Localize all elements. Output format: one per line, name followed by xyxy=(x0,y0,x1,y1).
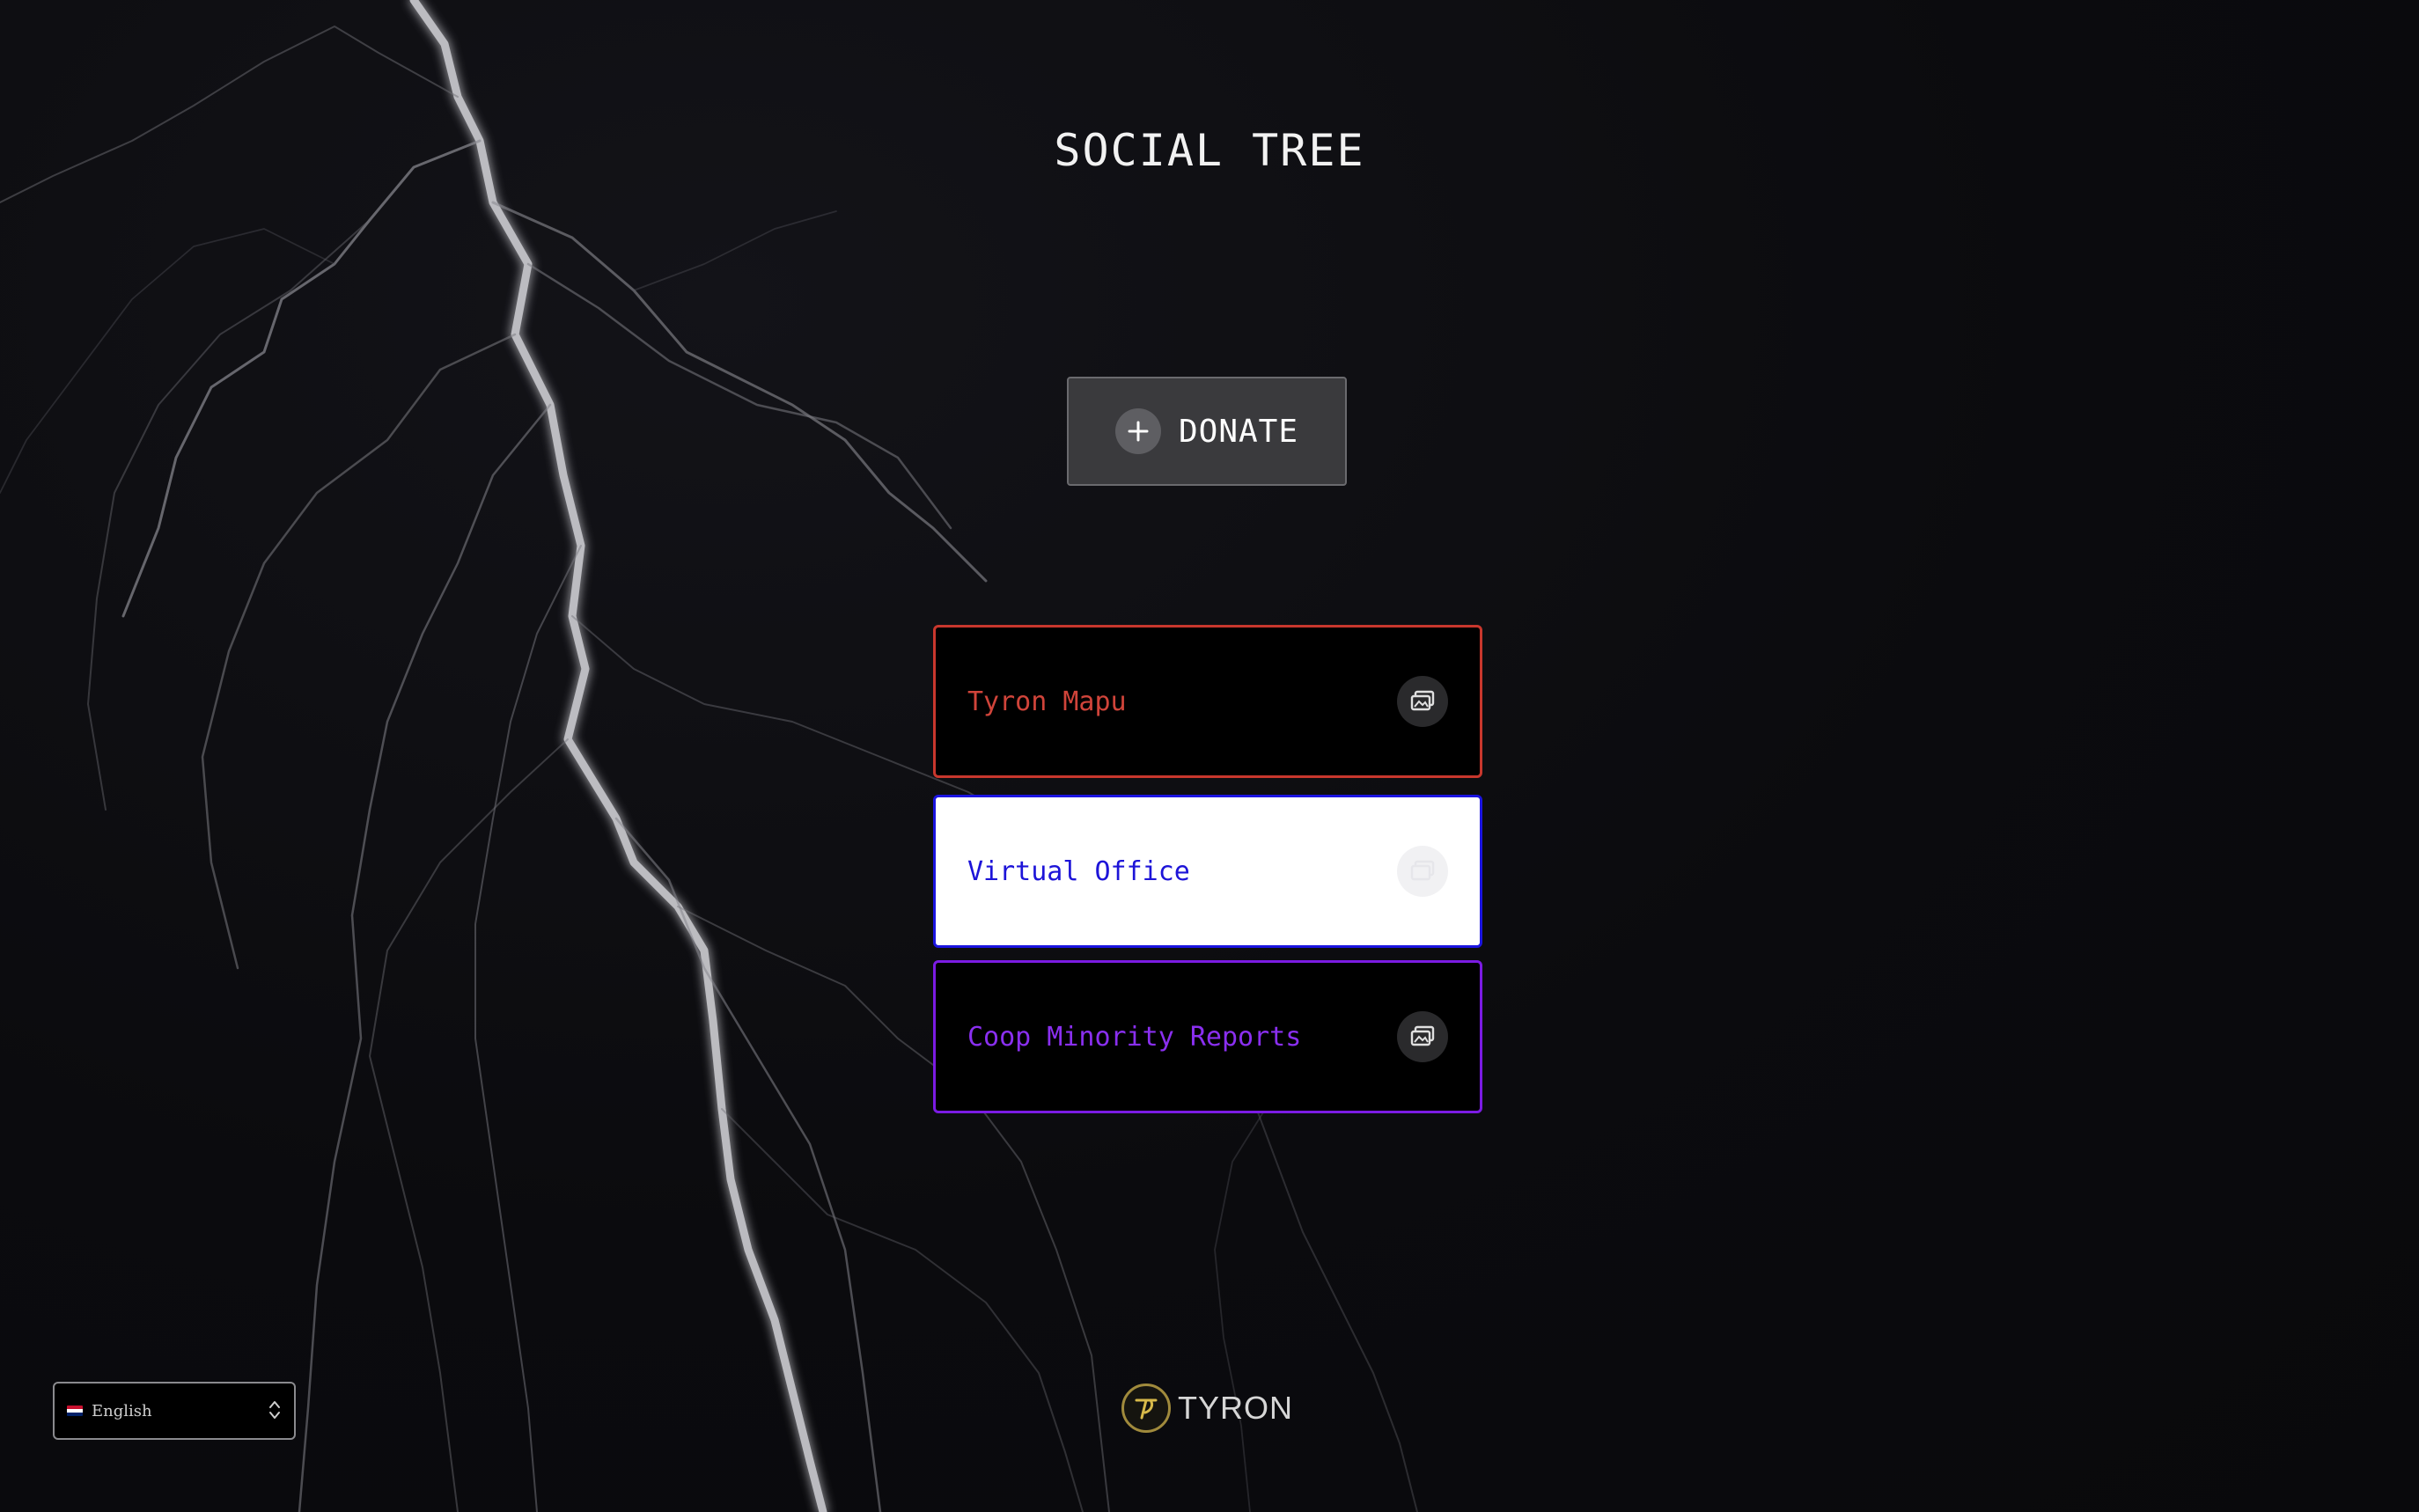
brand-name: TYRON xyxy=(1178,1390,1293,1426)
external-link-icon xyxy=(1397,846,1448,897)
tyron-logo-icon xyxy=(1121,1384,1171,1433)
page-title: SOCIAL TREE xyxy=(1054,125,1365,176)
external-link-icon xyxy=(1397,1011,1448,1062)
link-label: Tyron Mapu xyxy=(967,686,1127,717)
uk-flag-icon xyxy=(67,1406,83,1416)
external-link-icon xyxy=(1397,676,1448,727)
up-down-chevron-icon xyxy=(268,1398,282,1423)
language-value: English xyxy=(92,1401,152,1420)
plus-icon xyxy=(1114,408,1161,454)
link-label: Virtual Office xyxy=(967,855,1190,887)
link-coop-minority-reports[interactable]: Coop Minority Reports xyxy=(933,960,1482,1113)
donate-label: DONATE xyxy=(1178,413,1299,450)
donate-button[interactable]: DONATE xyxy=(1067,377,1347,486)
link-virtual-office[interactable]: Virtual Office xyxy=(933,795,1482,948)
link-label: Coop Minority Reports xyxy=(967,1021,1302,1053)
link-tyron-mapu[interactable]: Tyron Mapu xyxy=(933,625,1482,778)
footer-brand[interactable]: TYRON xyxy=(1121,1384,1293,1433)
language-select[interactable]: English xyxy=(53,1382,296,1440)
social-tree-page: SOCIAL TREE DONATE Tyron Mapu Virtual Of… xyxy=(0,0,2419,1512)
